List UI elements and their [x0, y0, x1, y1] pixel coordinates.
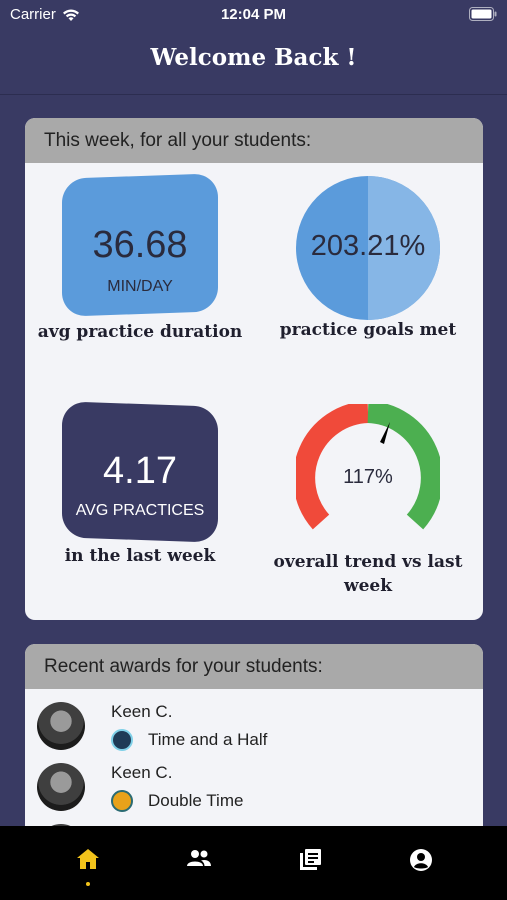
goals-met-value: 203.21%: [310, 230, 426, 262]
goals-met-label: practice goals met: [279, 320, 457, 340]
avg-duration-label: avg practice duration: [37, 322, 243, 342]
student-name: Keen C.: [111, 763, 173, 782]
tab-library[interactable]: [295, 848, 325, 878]
home-icon: [77, 849, 99, 869]
award-list-item[interactable]: Keen C. Time and a Half: [25, 702, 483, 762]
awards-card-header: Recent awards for your students:: [25, 644, 483, 689]
avg-practices-label: in the last week: [64, 546, 216, 566]
battery-icon: [469, 7, 497, 21]
avg-practices-value: 4.17: [103, 450, 177, 492]
bottom-tab-bar: [0, 826, 507, 900]
status-time: 12:04 PM: [220, 6, 287, 23]
status-bar: Carrier 12:04 PM: [0, 0, 507, 30]
account-icon: [410, 849, 432, 871]
avg-duration-value: 36.68: [92, 224, 188, 266]
trend-label-line2: week: [343, 576, 393, 596]
award-list-item[interactable]: Keen C. Double Time: [25, 763, 483, 823]
tab-students[interactable]: [184, 848, 214, 878]
library-icon: [300, 849, 321, 870]
clock-badge-icon: [111, 729, 133, 751]
tab-profile[interactable]: [406, 848, 436, 878]
smile-badge-icon: [111, 790, 133, 812]
award-title: Time and a Half: [148, 730, 268, 749]
student-name: Keen C.: [111, 702, 173, 721]
avg-duration-unit: MIN/DAY: [107, 278, 173, 295]
trend-value: 117%: [343, 466, 393, 488]
stats-card-header: This week, for all your students:: [25, 118, 483, 163]
people-icon: [187, 850, 211, 866]
header-divider: [0, 94, 507, 95]
student-avatar: [37, 763, 85, 811]
student-avatar: [37, 702, 85, 750]
trend-label-line1: overall trend vs last: [273, 552, 463, 572]
award-title: Double Time: [148, 791, 244, 810]
active-tab-indicator: [86, 882, 90, 886]
page-title: Welcome Back !: [150, 44, 357, 71]
avg-practices-unit: AVG PRACTICES: [75, 502, 205, 519]
tab-home[interactable]: [73, 848, 103, 878]
